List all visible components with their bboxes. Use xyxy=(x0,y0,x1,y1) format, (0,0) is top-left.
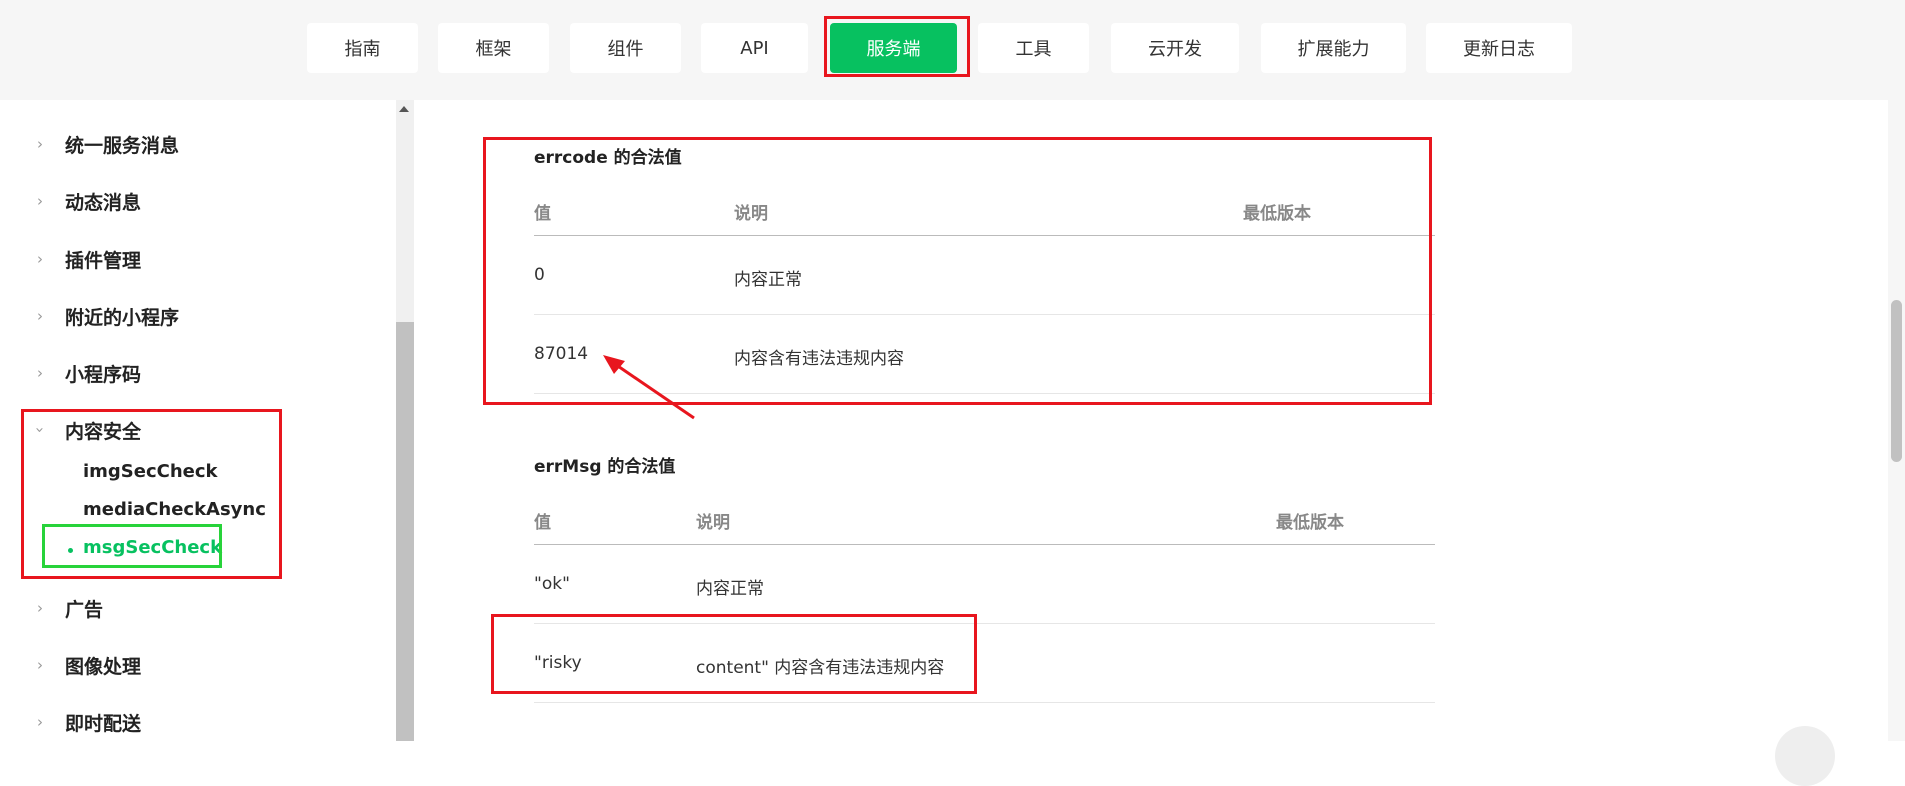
annotation-arrow xyxy=(603,355,695,420)
arrow-line xyxy=(611,360,695,420)
arrow-head-icon xyxy=(603,355,625,374)
